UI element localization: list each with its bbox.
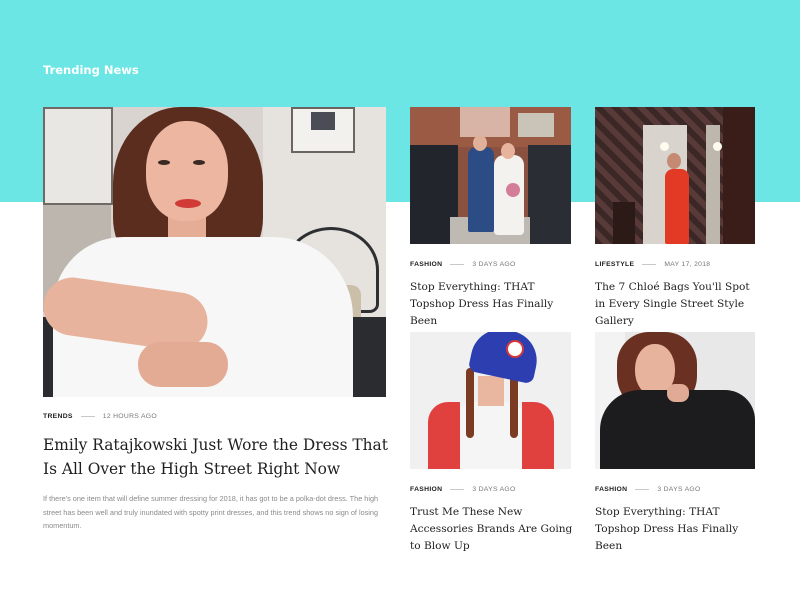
meta-divider — [642, 264, 657, 265]
timestamp: MAY 17, 2018 — [664, 261, 711, 268]
timestamp: 3 DAYS AGO — [472, 261, 516, 268]
article-meta: FASHION 3 DAYS AGO — [410, 486, 516, 493]
category-label[interactable]: FASHION — [410, 486, 442, 493]
article-image[interactable] — [410, 332, 571, 469]
category-label[interactable]: LIFESTYLE — [595, 261, 634, 268]
article-title[interactable]: Stop Everything: THAT Topshop Dress Has … — [410, 279, 575, 330]
article-image[interactable] — [410, 107, 571, 244]
featured-article-image[interactable] — [43, 107, 386, 397]
section-title: Trending News — [43, 63, 139, 77]
featured-article-excerpt: If there's one item that will define sum… — [43, 494, 379, 530]
meta-divider — [635, 489, 650, 490]
featured-article-meta: TRENDS 12 HOURS AGO — [43, 413, 157, 420]
timestamp: 3 DAYS AGO — [472, 486, 516, 493]
article-meta: FASHION 3 DAYS AGO — [410, 261, 516, 268]
category-label[interactable]: FASHION — [410, 261, 442, 268]
category-label[interactable]: FASHION — [595, 486, 627, 493]
article-image[interactable] — [595, 107, 755, 244]
article-title[interactable]: Stop Everything: THAT Topshop Dress Has … — [595, 504, 760, 555]
meta-divider — [450, 489, 465, 490]
timestamp: 12 HOURS AGO — [102, 413, 157, 420]
meta-divider — [80, 416, 95, 417]
article-title[interactable]: The 7 Chloé Bags You'll Spot in Every Si… — [595, 279, 760, 330]
article-image[interactable] — [595, 332, 755, 469]
timestamp: 3 DAYS AGO — [657, 486, 701, 493]
article-meta: FASHION 3 DAYS AGO — [595, 486, 701, 493]
featured-article-title[interactable]: Emily Ratajkowski Just Wore the Dress Th… — [43, 433, 388, 481]
article-meta: LIFESTYLE MAY 17, 2018 — [595, 261, 710, 268]
meta-divider — [450, 264, 465, 265]
category-label[interactable]: TRENDS — [43, 413, 73, 420]
article-title[interactable]: Trust Me These New Accessories Brands Ar… — [410, 504, 575, 555]
